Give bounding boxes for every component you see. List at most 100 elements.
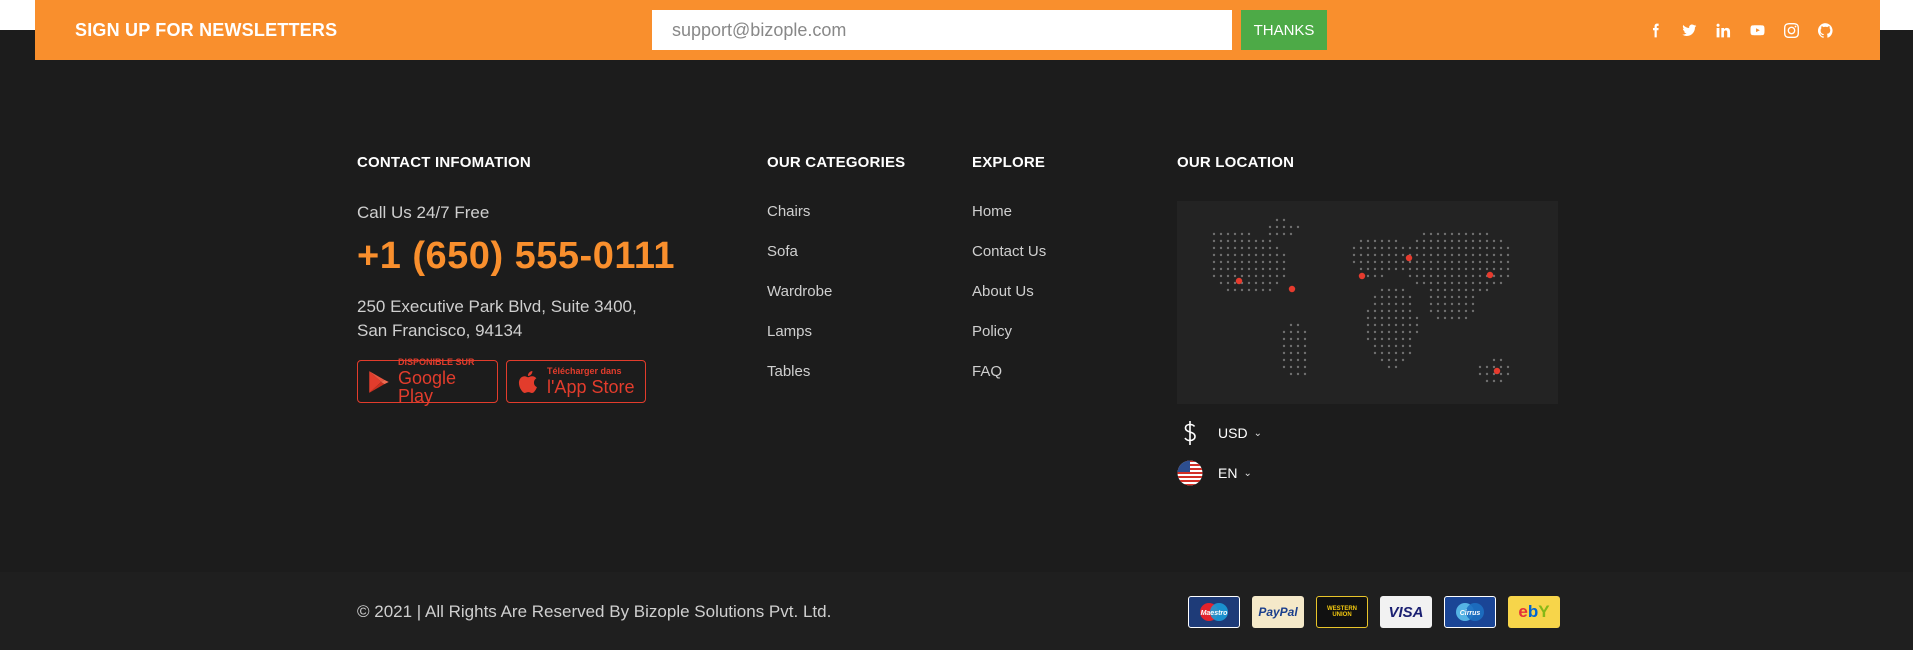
map-dot (1373, 253, 1377, 257)
map-dot (1268, 253, 1272, 257)
map-dot (1289, 323, 1293, 327)
map-dot (1240, 288, 1244, 292)
map-dot (1471, 239, 1475, 243)
map-dot (1219, 253, 1223, 257)
map-dot (1408, 344, 1412, 348)
map-dot (1380, 323, 1384, 327)
app-store-small-text: Télécharger dans (547, 366, 622, 376)
map-dot (1408, 309, 1412, 313)
google-play-button[interactable]: DISPONIBLE SUR Google Play (357, 358, 498, 405)
visa-label: VISA (1388, 603, 1424, 621)
map-dot (1492, 365, 1496, 369)
category-link-wardrobe[interactable]: Wardrobe (767, 283, 832, 323)
map-dot (1268, 288, 1272, 292)
category-link-chairs[interactable]: Chairs (767, 203, 832, 243)
map-dot (1422, 274, 1426, 278)
map-dot (1471, 309, 1475, 313)
map-dot (1443, 246, 1447, 250)
google-play-icon (369, 370, 389, 393)
map-dot (1387, 288, 1391, 292)
map-dot (1478, 365, 1482, 369)
map-dot (1485, 365, 1489, 369)
map-dot (1282, 267, 1286, 271)
map-dot (1387, 309, 1391, 313)
map-dot (1415, 239, 1419, 243)
phone-number[interactable]: +1 (650) 555-0111 (357, 235, 675, 278)
map-dot (1499, 260, 1503, 264)
instagram-icon[interactable] (1774, 19, 1808, 41)
category-link-lamps[interactable]: Lamps (767, 323, 832, 363)
map-dot (1429, 260, 1433, 264)
currency-selector[interactable]: USD ⌄ (1177, 420, 1262, 446)
map-dot (1275, 267, 1279, 271)
explore-link-policy[interactable]: Policy (972, 323, 1046, 363)
map-dot (1387, 365, 1391, 369)
map-dot (1394, 295, 1398, 299)
explore-link-faq[interactable]: FAQ (972, 363, 1046, 403)
app-store-button[interactable]: Télécharger dans l'App Store (506, 360, 646, 403)
twitter-icon[interactable] (1672, 19, 1706, 41)
map-dot (1296, 323, 1300, 327)
youtube-icon[interactable] (1740, 19, 1774, 41)
linkedin-icon[interactable] (1706, 19, 1740, 41)
map-dot (1457, 253, 1461, 257)
map-dot (1436, 267, 1440, 271)
map-dot (1233, 253, 1237, 257)
map-dot (1366, 337, 1370, 341)
newsletter-email-input[interactable] (652, 10, 1232, 50)
map-dot (1485, 253, 1489, 257)
map-dot (1499, 372, 1503, 376)
map-dot (1247, 281, 1251, 285)
map-dot (1429, 274, 1433, 278)
newsletter-submit-button[interactable]: THANKS (1241, 10, 1327, 50)
map-dot (1254, 246, 1258, 250)
map-dot (1478, 281, 1482, 285)
map-dot (1415, 267, 1419, 271)
map-dot (1457, 302, 1461, 306)
map-dot (1289, 365, 1293, 369)
map-dot (1499, 267, 1503, 271)
explore-link-home[interactable]: Home (972, 203, 1046, 243)
explore-link-contact-us[interactable]: Contact Us (972, 243, 1046, 283)
map-dot (1247, 274, 1251, 278)
map-dot (1296, 365, 1300, 369)
category-link-tables[interactable]: Tables (767, 363, 832, 403)
map-dot (1478, 260, 1482, 264)
map-dot (1492, 379, 1496, 383)
map-dot (1303, 344, 1307, 348)
github-icon[interactable] (1808, 19, 1842, 41)
explore-link-about-us[interactable]: About Us (972, 283, 1046, 323)
map-dot (1352, 260, 1356, 264)
map-dot (1268, 267, 1272, 271)
map-dot (1394, 309, 1398, 313)
map-dot (1478, 239, 1482, 243)
map-dot (1499, 246, 1503, 250)
map-dot (1240, 232, 1244, 236)
map-dot (1268, 239, 1272, 243)
map-dot (1408, 323, 1412, 327)
western-union-label: WESTERN UNION (1327, 606, 1357, 618)
cirrus-icon: Cirrus (1444, 596, 1496, 628)
map-dot (1387, 344, 1391, 348)
map-dot (1387, 337, 1391, 341)
map-dot (1499, 379, 1503, 383)
maestro-icon: Maestro (1188, 596, 1240, 628)
map-dot (1464, 309, 1468, 313)
map-dot (1443, 295, 1447, 299)
map-dot (1450, 274, 1454, 278)
visa-icon: VISA (1380, 596, 1432, 628)
map-dot (1366, 260, 1370, 264)
map-dot (1443, 288, 1447, 292)
map-dot (1436, 281, 1440, 285)
map-dot (1422, 260, 1426, 264)
language-selector[interactable]: EN ⌄ (1177, 460, 1252, 486)
map-dot (1478, 288, 1482, 292)
facebook-icon[interactable] (1638, 19, 1672, 41)
ebay-icon: ebY (1508, 596, 1560, 628)
map-dot (1212, 232, 1216, 236)
map-dot (1422, 246, 1426, 250)
map-dot (1289, 330, 1293, 334)
map-dot (1380, 358, 1384, 362)
map-dot (1457, 288, 1461, 292)
category-link-sofa[interactable]: Sofa (767, 243, 832, 283)
